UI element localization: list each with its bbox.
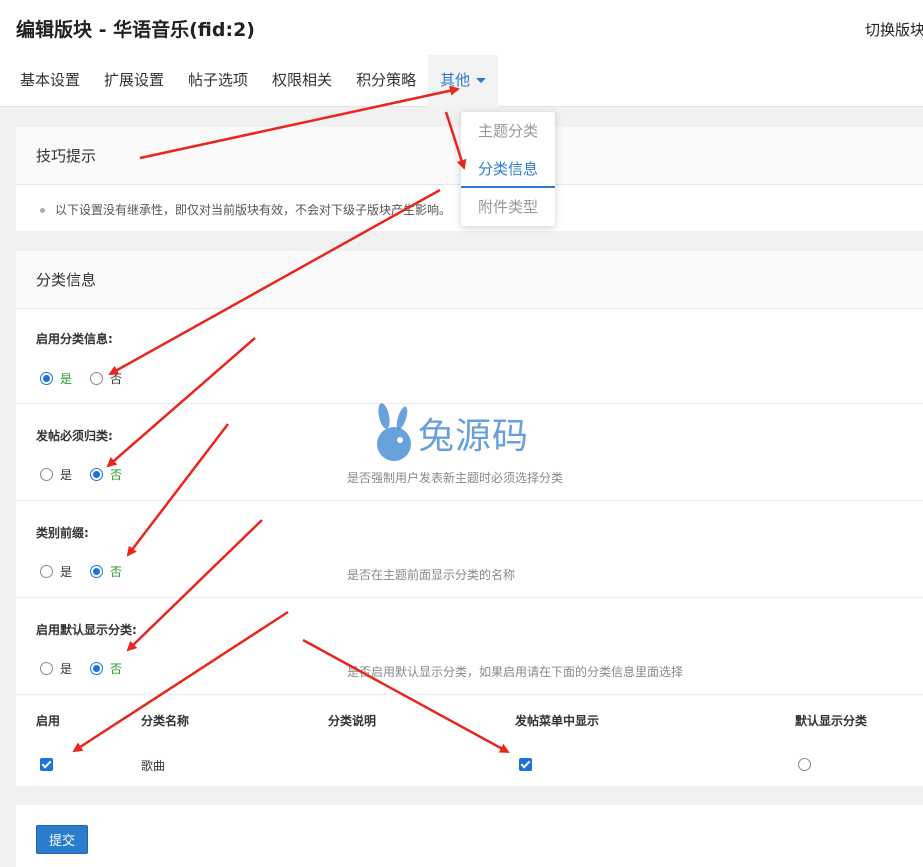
field-label-default-sort: 启用默认显示分类: [36, 623, 137, 637]
tab-basic-settings[interactable]: 基本设置 [8, 55, 92, 107]
column-header-default: 默认显示分类 [795, 714, 868, 728]
checkbox-in-menu-row[interactable] [519, 758, 532, 771]
option-label: 是 [60, 565, 73, 579]
tab-post-options[interactable]: 帖子选项 [176, 55, 260, 107]
page-header: 编辑版块 - 华语音乐(fid:2) 切换版块 基本设置 扩展设置 帖子选项 权… [0, 0, 923, 107]
field-description: 是否在主题前面显示分类的名称 [347, 568, 516, 582]
radio-default-sort-yes[interactable] [40, 662, 53, 675]
tab-extended-settings[interactable]: 扩展设置 [92, 55, 176, 107]
field-description: 是否强制用户发表新主题时必须选择分类 [347, 471, 564, 485]
radio-group-enable-sort: 是 否 [40, 370, 140, 387]
watermark-logo: 兔源码 [372, 402, 529, 464]
field-label-sort-prefix: 类别前缀: [36, 526, 89, 540]
column-header-in-menu: 发帖菜单中显示 [515, 714, 600, 728]
submit-panel: 提交 [16, 805, 923, 867]
field-description: 是否启用默认显示分类，如果启用请在下面的分类信息里面选择 [347, 665, 684, 679]
section-title: 分类信息 [16, 251, 923, 309]
checkbox-enable-row[interactable] [40, 758, 53, 771]
radio-group-default-sort: 是 否 [40, 660, 140, 677]
tab-other-label: 其他 [440, 71, 471, 89]
field-label-require-sort: 发帖必须归类: [36, 429, 113, 443]
divider [16, 597, 923, 598]
option-label: 是 [60, 372, 73, 386]
table-cell-name: 歌曲 [141, 759, 166, 773]
tab-credit-policy[interactable]: 积分策略 [344, 55, 428, 107]
page-title: 编辑版块 - 华语音乐(fid:2) [16, 19, 255, 41]
column-header-name: 分类名称 [141, 714, 190, 728]
tab-permissions[interactable]: 权限相关 [260, 55, 344, 107]
option-label: 是 [60, 468, 73, 482]
radio-enable-sort-yes[interactable] [40, 372, 53, 385]
radio-group-require-sort: 是 否 [40, 466, 140, 483]
radio-default-sort-no[interactable] [90, 662, 104, 675]
option-label: 是 [60, 662, 73, 676]
radio-enable-sort-no[interactable] [90, 372, 104, 385]
radio-require-sort-yes[interactable] [40, 468, 53, 481]
menu-item-thread-types[interactable]: 主题分类 [461, 112, 555, 150]
column-header-desc: 分类说明 [328, 714, 377, 728]
radio-sort-prefix-yes[interactable] [40, 565, 53, 578]
menu-item-thread-sorts[interactable]: 分类信息 [461, 150, 555, 188]
bullet-icon [40, 208, 45, 213]
option-label: 否 [110, 372, 123, 386]
radio-default-row[interactable] [798, 758, 811, 771]
tab-other[interactable]: 其他 [428, 55, 499, 107]
option-label: 否 [110, 468, 123, 482]
divider [16, 694, 923, 695]
column-header-enabled: 启用 [36, 714, 61, 728]
radio-group-sort-prefix: 是 否 [40, 563, 140, 580]
divider [16, 500, 923, 501]
switch-forum-link[interactable]: 切换版块 [865, 19, 923, 40]
tip-text: 以下设置没有继承性，即仅对当前版块有效，不会对下级子版块产生影响。 [55, 203, 452, 217]
rabbit-icon [377, 403, 411, 461]
radio-sort-prefix-no[interactable] [90, 565, 104, 578]
option-label: 否 [110, 662, 123, 676]
radio-require-sort-no[interactable] [90, 468, 104, 481]
tab-bar: 基本设置 扩展设置 帖子选项 权限相关 积分策略 其他 [8, 55, 499, 107]
submit-button[interactable]: 提交 [36, 825, 88, 854]
option-label: 否 [110, 565, 123, 579]
other-dropdown-menu: 主题分类 分类信息 附件类型 [461, 112, 555, 226]
chevron-down-icon [476, 78, 487, 83]
field-label-enable-sort: 启用分类信息: [36, 332, 113, 346]
watermark-text: 兔源码 [418, 416, 530, 457]
thread-sort-panel: 分类信息 启用分类信息: 是 否 发帖必须归类: 是 否 是否强制用户发表新主题… [16, 251, 923, 786]
menu-item-attach-types[interactable]: 附件类型 [461, 188, 555, 226]
